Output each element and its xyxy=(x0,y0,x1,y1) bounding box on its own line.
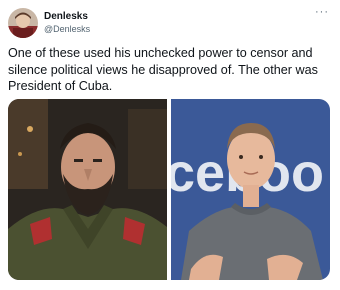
avatar[interactable] xyxy=(8,8,38,38)
author-handle[interactable]: @Denlesks xyxy=(44,24,90,35)
tweet-media[interactable]: ceboo xyxy=(8,99,330,280)
tweet-text: One of these used his unchecked power to… xyxy=(8,46,318,93)
uniformed-man-photo xyxy=(8,99,167,280)
tweet-card: Denlesks @Denlesks ··· One of these used… xyxy=(0,0,340,290)
photo-left[interactable] xyxy=(8,99,167,280)
avatar-image xyxy=(8,8,38,38)
more-options-icon[interactable]: ··· xyxy=(312,6,332,22)
tshirt-man-photo: ceboo xyxy=(171,99,330,280)
author-name[interactable]: Denlesks xyxy=(44,11,88,23)
photo-right[interactable]: ceboo xyxy=(171,99,330,280)
